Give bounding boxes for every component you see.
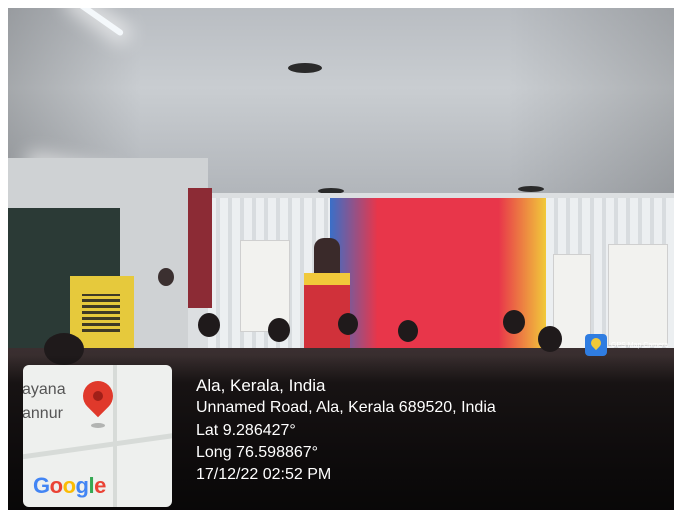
longitude: Long 76.598867° — [196, 443, 319, 461]
qr-code — [82, 294, 120, 332]
latitude: Lat 9.286427° — [196, 421, 296, 439]
gps-badge: GPS Map Camera — [585, 333, 668, 357]
gps-map-camera-icon — [585, 334, 607, 356]
address: Unnamed Road, Ala, Kerala 689520, India — [196, 399, 496, 417]
audience-person — [398, 320, 418, 342]
google-logo: Google — [33, 473, 106, 498]
place-name: Ala, Kerala, India — [196, 376, 326, 395]
location-info: Ala, Kerala, India Unnamed Road, Ala, Ke… — [196, 374, 496, 486]
audience-person — [503, 310, 525, 334]
standee — [608, 244, 668, 346]
speaker — [314, 238, 340, 278]
gps-badge-text: GPS Map Camera — [611, 341, 669, 349]
map-thumbnail[interactable]: ayana annur Google — [23, 365, 172, 507]
map-label: annur — [23, 405, 63, 422]
audience-person — [158, 268, 174, 286]
ceiling-fan — [288, 63, 322, 73]
audience-person — [538, 326, 562, 352]
map-road — [23, 430, 172, 461]
audience-person — [268, 318, 290, 342]
map-pin-shadow — [91, 423, 105, 428]
audience-person — [198, 313, 220, 337]
datetime: 17/12/22 02:52 PM — [196, 465, 332, 483]
map-label: ayana — [23, 381, 66, 398]
ceiling-fan — [518, 186, 544, 192]
red-curtain — [188, 188, 212, 308]
map-road — [113, 365, 117, 507]
audience-person — [338, 313, 358, 335]
